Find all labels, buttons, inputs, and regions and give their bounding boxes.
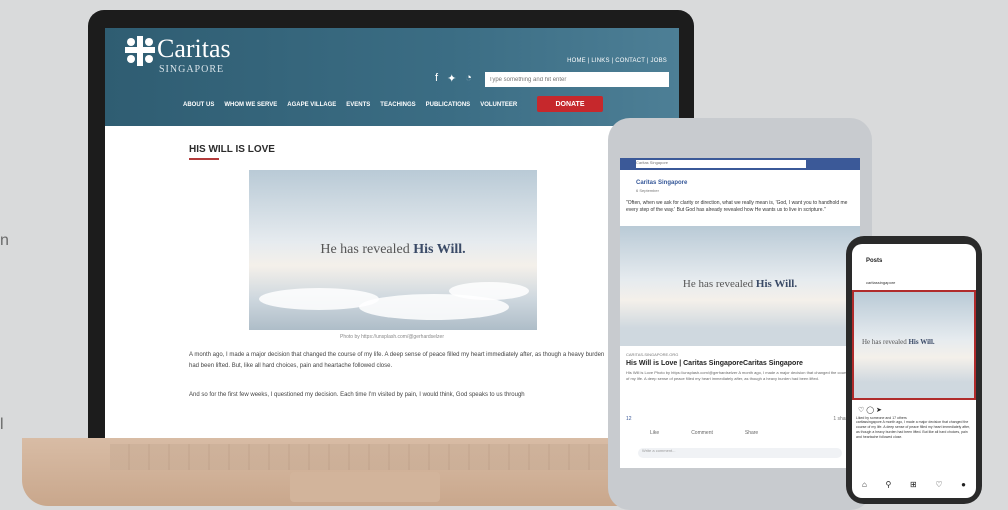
phone-screen: Posts caritassingapore He has revealed H…	[852, 244, 976, 498]
facebook-search-input[interactable]: Caritas Singapore	[636, 160, 806, 168]
nav-item-events[interactable]: EVENTS	[346, 102, 370, 108]
facebook-post-image[interactable]: He has revealed His Will.	[620, 226, 860, 346]
tablet-screen: Caritas Singapore Caritas Singapore 6 Se…	[620, 158, 860, 468]
page-title: HIS WILL IS LOVE	[189, 144, 275, 155]
profile-icon[interactable]: ●	[961, 480, 966, 489]
hero-text: He has revealed His Will.	[320, 242, 466, 257]
nav-item-about[interactable]: ABOUT US	[183, 102, 214, 108]
caritas-logo-icon	[125, 36, 155, 66]
facebook-link-source: CARITAS-SINGAPORE.ORG	[626, 352, 679, 357]
send-icon[interactable]: ➤	[876, 407, 882, 414]
article-paragraph-1: A month ago, I made a major decision tha…	[189, 352, 605, 369]
edge-letter-2: l	[0, 416, 4, 433]
facebook-post-date: 6 September	[636, 188, 659, 193]
edge-letter-1: n	[0, 232, 9, 249]
nav-item-teachings[interactable]: TEACHINGS	[380, 102, 415, 108]
instagram-username[interactable]: caritassingapore	[866, 280, 895, 285]
keyboard	[110, 444, 630, 470]
search-icon[interactable]: ⚲	[885, 480, 891, 489]
facebook-link-description: His Will is Love Photo by https://unspla…	[626, 370, 850, 381]
comment-icon[interactable]: ◯	[866, 407, 874, 414]
facebook-icon[interactable]: f	[435, 72, 438, 85]
instagram-post-image[interactable]: He has revealed His Will.	[852, 290, 976, 400]
rss-icon[interactable]: ◔	[465, 72, 472, 85]
instagram-action-icons: ♡ ◯ ➤	[858, 406, 882, 414]
instagram-caption: caritassingapore A month ago, I made a m…	[856, 420, 971, 439]
article-paragraph-2: And so for the first few weeks, I questi…	[189, 392, 525, 398]
site-search-input[interactable]	[485, 72, 669, 87]
site-header: Caritas SINGAPORE HOME | LINKS | CONTACT…	[105, 28, 679, 126]
instagram-bottom-nav: ⌂ ⚲ ⊞ ♡ ●	[862, 480, 966, 489]
facebook-actions: Like Comment Share	[650, 430, 758, 436]
title-underline	[189, 158, 219, 160]
instagram-image-text: He has revealed His Will.	[862, 338, 935, 346]
like-button[interactable]: Like	[650, 430, 659, 436]
laptop-screen: Caritas SINGAPORE HOME | LINKS | CONTACT…	[105, 28, 679, 440]
facebook-link-headline[interactable]: His Will is Love | Caritas SingaporeCari…	[626, 360, 803, 367]
main-nav: ABOUT US WHOM WE SERVE AGAPE VILLAGE EVE…	[183, 102, 517, 108]
top-links[interactable]: HOME | LINKS | CONTACT | JOBS	[567, 58, 667, 64]
facebook-reaction-count[interactable]: 12	[626, 416, 632, 422]
twitter-icon[interactable]: ✦	[447, 72, 456, 85]
facebook-image-text: He has revealed His Will.	[682, 278, 798, 290]
activity-icon[interactable]: ♡	[935, 480, 942, 489]
share-button[interactable]: Share	[745, 430, 758, 436]
comment-button[interactable]: Comment	[691, 430, 713, 436]
facebook-topbar: Caritas Singapore	[620, 158, 860, 170]
facebook-page-name[interactable]: Caritas Singapore	[636, 180, 687, 186]
instagram-title: Posts	[866, 258, 883, 264]
donate-label: DONATE	[555, 100, 585, 108]
heart-icon[interactable]: ♡	[858, 407, 864, 414]
nav-item-volunteer[interactable]: VOLUNTEER	[480, 102, 517, 108]
nav-item-whom-we-serve[interactable]: WHOM WE SERVE	[224, 102, 277, 108]
trackpad	[290, 472, 440, 502]
hero-image: He has revealed His Will.	[249, 170, 537, 330]
add-icon[interactable]: ⊞	[910, 480, 917, 489]
social-links: f ✦ ◔	[435, 72, 472, 85]
logo-wordmark[interactable]: Caritas	[157, 36, 231, 62]
logo-subtitle: SINGAPORE	[159, 64, 225, 75]
nav-item-publications[interactable]: PUBLICATIONS	[426, 102, 471, 108]
facebook-comment-input[interactable]: Write a comment...	[638, 448, 842, 458]
nav-item-agape-village[interactable]: AGAPE VILLAGE	[287, 102, 336, 108]
facebook-post-text: "Often, when we ask for clarity or direc…	[626, 200, 848, 213]
donate-button[interactable]: DONATE	[537, 96, 603, 112]
home-icon[interactable]: ⌂	[862, 480, 867, 489]
photo-caption: Photo by https://unsplash.com/@gerhardse…	[339, 334, 445, 340]
